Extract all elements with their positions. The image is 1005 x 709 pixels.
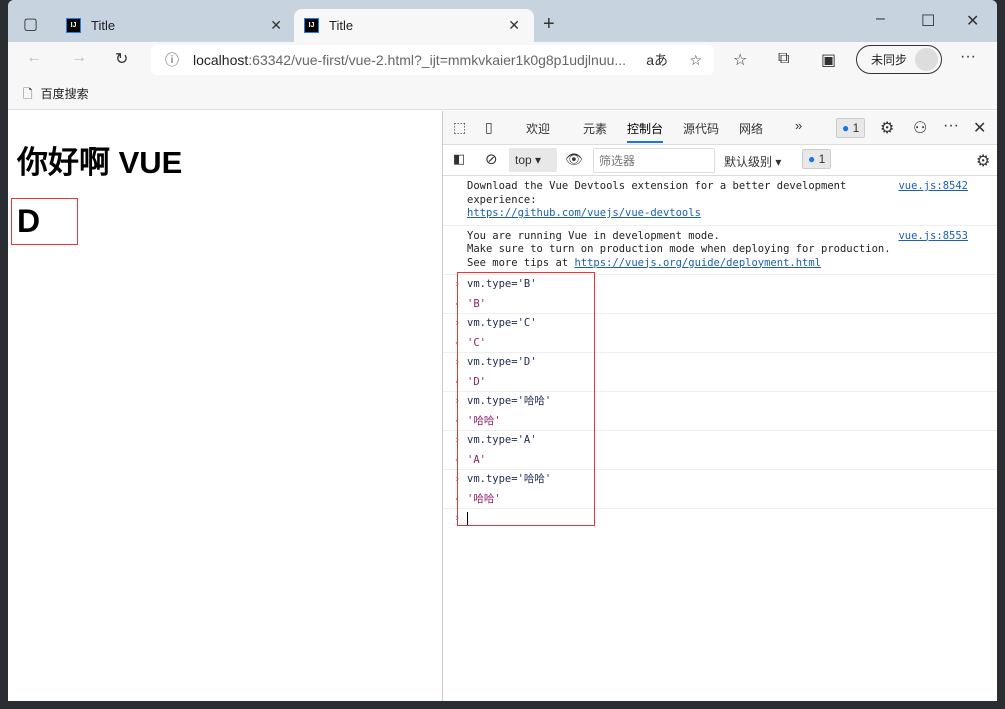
tab-actions-icon[interactable]: ▢ bbox=[23, 14, 38, 34]
tab-title: Title bbox=[329, 18, 354, 33]
read-aloud-icon[interactable]: aあ bbox=[646, 50, 668, 70]
tab-title: Title bbox=[91, 18, 116, 33]
source-link[interactable]: vue.js:8542 bbox=[898, 180, 968, 194]
back-icon[interactable]: ← bbox=[26, 49, 42, 67]
tab-sources[interactable]: 源代码 bbox=[683, 120, 719, 137]
type-value-box: D bbox=[11, 198, 78, 245]
close-window-icon[interactable]: ✕ bbox=[966, 11, 979, 31]
favorites-icon[interactable]: ☆ bbox=[733, 50, 747, 70]
page-heading: 你好啊 VUE bbox=[17, 145, 183, 180]
deployment-link[interactable]: https://vuejs.org/guide/deployment.html bbox=[574, 257, 821, 269]
add-favorite-icon[interactable]: ☆ bbox=[689, 52, 702, 69]
source-link[interactable]: vue.js:8553 bbox=[898, 230, 968, 244]
issues-badge[interactable]: ● 1 bbox=[836, 118, 866, 138]
close-tab-icon[interactable]: ✕ bbox=[270, 17, 282, 34]
messages-badge[interactable]: ● 1 bbox=[802, 149, 832, 169]
maximize-icon[interactable]: ☐ bbox=[921, 11, 935, 31]
toolbar: ← → ↻ ⓘ localhost:63342/vue-first/vue-2.… bbox=[8, 42, 997, 78]
more-options-icon[interactable]: ··· bbox=[943, 117, 959, 135]
messages-count: 1 bbox=[818, 152, 826, 166]
device-emulation-icon[interactable]: ▯ bbox=[485, 119, 493, 136]
minimize-icon[interactable]: – bbox=[876, 10, 885, 28]
more-tabs-icon[interactable]: » bbox=[795, 118, 802, 133]
clear-console-icon[interactable]: ⊘ bbox=[485, 150, 498, 168]
page-icon: 🗋 bbox=[23, 87, 33, 101]
refresh-icon[interactable]: ↻ bbox=[115, 49, 128, 69]
devtools-panel: ⬚ ▯ 欢迎 元素 控制台 源代码 网络 » ● 1 ⚙ ⚇ ··· ✕ ◧ ⊘… bbox=[442, 111, 997, 701]
message-icon: ● bbox=[808, 152, 816, 166]
devtools-tabs: ⬚ ▯ 欢迎 元素 控制台 源代码 网络 » ● 1 ⚙ ⚇ ··· ✕ bbox=[443, 111, 997, 145]
url-rest: :63342/vue-first/vue-2.html?_ijt=mmkvkai… bbox=[248, 52, 627, 68]
tab-elements[interactable]: 元素 bbox=[583, 120, 607, 137]
live-expression-icon[interactable]: 👁 bbox=[565, 151, 583, 168]
settings-icon[interactable]: ⚙ bbox=[880, 118, 894, 138]
log-level-value: 默认级别 bbox=[724, 155, 773, 169]
tab-console[interactable]: 控制台 bbox=[627, 120, 664, 143]
new-tab-icon[interactable]: + bbox=[543, 13, 555, 36]
customize-icon[interactable]: ⚇ bbox=[913, 118, 927, 138]
context-value: top bbox=[515, 153, 532, 167]
sidebar-toggle-icon[interactable]: ◧ bbox=[453, 151, 465, 167]
console-settings-icon[interactable]: ⚙ bbox=[976, 151, 990, 171]
intellij-favicon-icon: IJ bbox=[304, 18, 319, 33]
issues-count: 1 bbox=[852, 121, 860, 135]
tab-strip: ▢ IJ Title ✕ IJ Title ✕ + – ☐ ✕ bbox=[8, 0, 997, 42]
devtools-link[interactable]: https://github.com/vuejs/vue-devtools bbox=[467, 207, 701, 219]
address-bar[interactable]: ⓘ localhost:63342/vue-first/vue-2.html?_… bbox=[151, 45, 714, 75]
page-content: 你好啊 VUE D bbox=[8, 111, 442, 701]
collections-icon[interactable]: ⧉ bbox=[778, 50, 789, 68]
highlight-box bbox=[457, 272, 595, 526]
ie-mode-icon[interactable]: ▣ bbox=[821, 50, 836, 70]
message-text: experience: bbox=[467, 193, 537, 206]
sync-label: 未同步 bbox=[871, 53, 908, 67]
context-select[interactable]: top ▾ bbox=[509, 148, 557, 172]
bookmark-item[interactable]: 🗋 百度搜索 bbox=[23, 85, 89, 106]
console-message: You are running Vue in development mode.… bbox=[443, 226, 997, 275]
inspect-icon[interactable]: ⬚ bbox=[453, 119, 466, 136]
forward-icon[interactable]: → bbox=[71, 49, 87, 67]
log-level-select[interactable]: 默认级别 ▾ bbox=[724, 153, 781, 170]
url-host: localhost bbox=[193, 52, 249, 68]
tab-1[interactable]: IJ Title ✕ bbox=[56, 9, 296, 42]
bookmarks-bar: 🗋 百度搜索 bbox=[8, 78, 997, 110]
message-icon: ● bbox=[842, 121, 850, 135]
avatar bbox=[915, 48, 938, 71]
more-menu-icon[interactable]: ··· bbox=[960, 48, 976, 66]
bookmark-label: 百度搜索 bbox=[40, 87, 89, 101]
tab-welcome[interactable]: 欢迎 bbox=[526, 120, 550, 137]
tab-2-active[interactable]: IJ Title ✕ bbox=[294, 9, 534, 42]
tab-network[interactable]: 网络 bbox=[739, 120, 763, 137]
intellij-favicon-icon: IJ bbox=[66, 18, 81, 33]
message-text: See more tips at bbox=[467, 256, 575, 269]
info-icon: ⓘ bbox=[165, 52, 179, 68]
close-tab-icon[interactable]: ✕ bbox=[508, 17, 520, 34]
filter-input[interactable] bbox=[593, 148, 715, 173]
console-toolbar: ◧ ⊘ top ▾ 👁 默认级别 ▾ ● 1 ⚙ bbox=[443, 145, 997, 176]
message-text: Make sure to turn on production mode whe… bbox=[467, 243, 891, 255]
console-message: Download the Vue Devtools extension for … bbox=[443, 176, 997, 226]
close-devtools-icon[interactable]: ✕ bbox=[973, 118, 986, 138]
profile-sync-button[interactable]: 未同步 bbox=[856, 45, 942, 74]
browser-window: ▢ IJ Title ✕ IJ Title ✕ + – ☐ ✕ ← → ↻ ⓘ … bbox=[8, 0, 997, 701]
